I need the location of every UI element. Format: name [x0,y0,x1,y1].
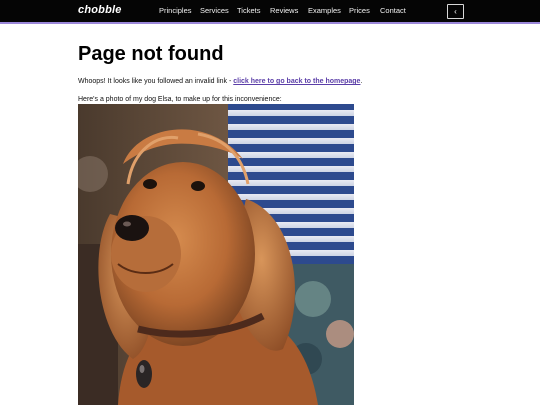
dog-photo-illustration [78,104,354,405]
error-message: Whoops! It looks like you followed an in… [78,77,362,87]
homepage-link[interactable]: click here to go back to the homepage [233,78,360,85]
dog-photo [78,104,354,405]
menu-toggle-button[interactable]: ‹ [447,4,464,19]
site-header: chobble Principles Services Tickets Revi… [0,0,540,24]
nav-link-reviews[interactable]: Reviews [270,6,298,15]
main-content: Page not found Whoops! It looks like you… [78,42,478,405]
nav-link-contact[interactable]: Contact [380,6,406,15]
nav-link-principles[interactable]: Principles [159,6,192,15]
error-message-prefix: Whoops! It looks like you followed an in… [78,78,234,85]
nav-link-examples[interactable]: Examples [308,6,341,15]
nav-link-tickets[interactable]: Tickets [237,6,260,15]
error-message-suffix: . [360,78,363,85]
nav-link-services[interactable]: Services [200,6,229,15]
page-title: Page not found [78,43,224,65]
chevron-left-icon: ‹ [454,7,457,16]
nav-link-prices[interactable]: Prices [349,6,370,15]
site-logo[interactable]: chobble [78,4,122,16]
